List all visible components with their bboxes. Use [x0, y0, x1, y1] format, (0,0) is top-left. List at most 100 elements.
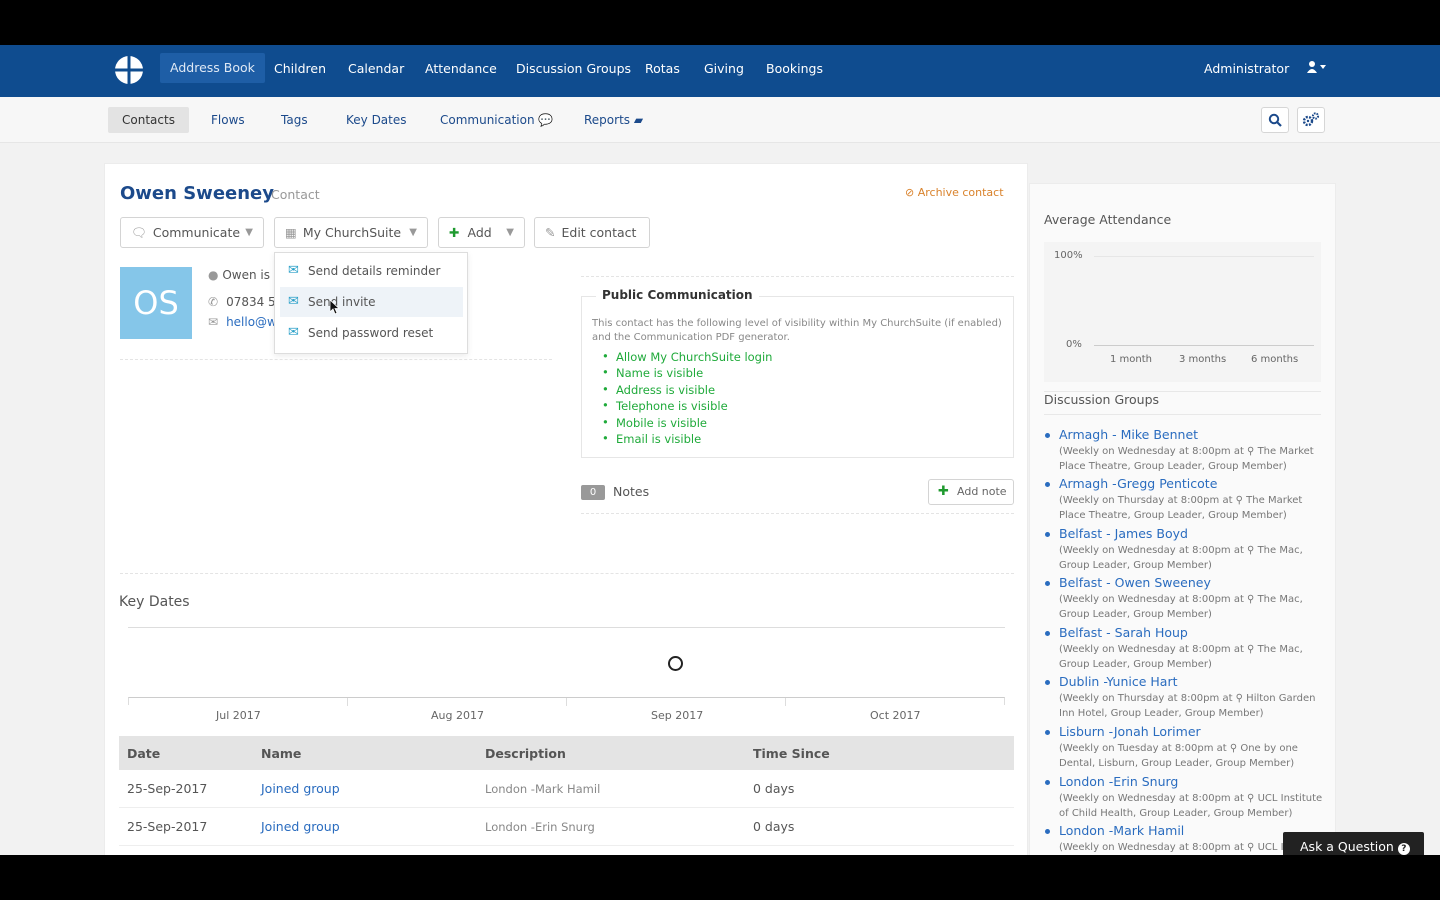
envelope-icon: ✉ — [288, 294, 299, 309]
user-dropdown-icon[interactable] — [1306, 60, 1328, 78]
public-communication-panel: Public Communication This contact has th… — [581, 288, 1014, 458]
group-item: Belfast - Sarah Houp (Weekly on Wednesday… — [1059, 625, 1324, 672]
add-button[interactable]: ✚ Add ▼ — [438, 217, 525, 248]
group-link[interactable]: Armagh - Mike Bennet — [1059, 427, 1324, 442]
chart-y-top-label: 100% — [1054, 250, 1083, 261]
church-logo-icon[interactable] — [114, 55, 144, 85]
phone-icon: ✆ — [208, 295, 219, 309]
loading-spinner-icon — [668, 656, 683, 671]
cell-date: 25-Sep-2017 — [127, 819, 208, 834]
group-link[interactable]: Armagh -Gregg Penticote — [1059, 476, 1324, 491]
send-details-reminder-label: Send details reminder — [308, 264, 441, 278]
group-details: (Weekly on Wednesday at 8:00pm at ⚲ The … — [1059, 545, 1303, 571]
edit-contact-label: Edit contact — [561, 225, 637, 240]
timeline-label: Sep 2017 — [651, 709, 704, 722]
nav-children[interactable]: Children — [274, 61, 326, 81]
nav-giving[interactable]: Giving — [704, 61, 744, 81]
sub-navbar: Contacts Flows Tags Key Dates Communicat… — [0, 97, 1440, 143]
nav-attendance[interactable]: Attendance — [425, 61, 497, 81]
avatar: OS — [120, 267, 192, 339]
group-item: Dublin -Yunice Hart (Weekly on Thursday a… — [1059, 674, 1324, 721]
cell-name-link[interactable]: Joined group — [261, 819, 340, 834]
cell-name-link[interactable]: Joined group — [261, 781, 340, 796]
group-link[interactable]: Dublin -Yunice Hart — [1059, 674, 1324, 689]
timeline-tick — [785, 698, 786, 706]
contact-email-text: hello@w — [226, 315, 277, 329]
send-password-reset-item[interactable]: ✉ Send password reset — [280, 318, 463, 348]
column-header-date[interactable]: Date — [127, 746, 160, 761]
archive-contact-link[interactable]: ⊘ Archive contact — [905, 186, 1004, 199]
divider — [1044, 414, 1321, 415]
cell-description: London -Mark Hamil — [485, 782, 601, 796]
column-header-description[interactable]: Description — [485, 746, 566, 761]
chart-y-bottom-label: 0% — [1066, 339, 1082, 350]
visibility-item: Name is visible — [602, 365, 703, 380]
nav-rotas[interactable]: Rotas — [645, 61, 680, 81]
nav-calendar[interactable]: Calendar — [348, 61, 404, 81]
timeline-label: Oct 2017 — [870, 709, 921, 722]
admin-menu[interactable]: Administrator — [1204, 61, 1289, 76]
group-link[interactable]: Belfast - James Boyd — [1059, 526, 1324, 541]
tab-key-dates[interactable]: Key Dates — [346, 113, 407, 127]
caret-down-icon: ▼ — [506, 227, 514, 238]
contact-summary: ● Owen is M — [208, 268, 284, 282]
visibility-item: Email is visible — [602, 431, 701, 446]
search-icon — [1268, 113, 1282, 127]
ask-a-question-button[interactable]: Ask a Question ? — [1283, 832, 1424, 855]
column-header-time-since[interactable]: Time Since — [753, 746, 830, 761]
comments-icon: 💬 — [538, 113, 554, 127]
table-header: Date Name Description Time Since — [119, 736, 1014, 770]
group-link[interactable]: Lisburn -Jonah Lorimer — [1059, 724, 1324, 739]
table-row: 25-Sep-2017 Joined group London -Mark Ha… — [119, 770, 1014, 808]
average-attendance-title: Average Attendance — [1044, 212, 1172, 227]
gears-icon — [1302, 112, 1320, 127]
divider — [581, 513, 1014, 514]
grid-icon: ▦ — [285, 225, 297, 240]
send-password-reset-label: Send password reset — [308, 326, 434, 340]
tab-tags[interactable]: Tags — [281, 113, 308, 127]
group-details: (Weekly on Tuesday at 8:00pm at ⚲ One by… — [1059, 743, 1298, 769]
nav-address-book[interactable]: Address Book — [160, 53, 265, 83]
send-invite-label: Send invite — [308, 295, 376, 309]
nav-bookings[interactable]: Bookings — [766, 61, 823, 81]
timeline-tick — [347, 698, 348, 706]
chat-icon: 🗨 — [131, 225, 147, 240]
communicate-button[interactable]: 🗨 Communicate ▼ — [120, 217, 264, 248]
plus-icon: ✚ — [938, 484, 949, 499]
communicate-label: Communicate — [152, 225, 241, 240]
envelope-icon: ✉ — [288, 263, 299, 278]
notes-count-badge: 0 — [581, 485, 605, 500]
tab-reports[interactable]: Reports ▰ — [584, 113, 643, 127]
contact-phone[interactable]: ✆ 07834 53 — [208, 295, 283, 309]
tab-communication[interactable]: Communication 💬 — [440, 113, 553, 127]
group-link[interactable]: Belfast - Sarah Houp — [1059, 625, 1324, 640]
ask-a-question-label: Ask a Question — [1300, 839, 1394, 854]
cell-time-since: 0 days — [753, 781, 795, 796]
group-item: Armagh - Mike Bennet (Weekly on Wednesday… — [1059, 427, 1324, 474]
discussion-groups-title: Discussion Groups — [1044, 392, 1160, 407]
timeline-tick — [566, 698, 567, 706]
add-note-button[interactable]: ✚ Add note — [928, 479, 1014, 505]
cell-date: 25-Sep-2017 — [127, 781, 208, 796]
group-link[interactable]: Belfast - Owen Sweeney — [1059, 575, 1324, 590]
nav-discussion-groups[interactable]: Discussion Groups — [516, 61, 631, 81]
settings-button[interactable] — [1297, 107, 1325, 133]
divider — [581, 276, 1014, 277]
notes-label: Notes — [613, 484, 650, 499]
send-details-reminder-item[interactable]: ✉ Send details reminder — [280, 256, 463, 286]
search-button[interactable] — [1261, 107, 1289, 133]
tab-contacts[interactable]: Contacts — [108, 107, 189, 133]
user-icon: ● — [208, 268, 219, 282]
group-link[interactable]: London -Erin Snurg — [1059, 774, 1324, 789]
contact-email[interactable]: ✉ hello@w — [208, 315, 277, 329]
edit-contact-button[interactable]: ✎ Edit contact — [534, 217, 650, 248]
folder-icon: ▰ — [633, 113, 644, 127]
column-header-name[interactable]: Name — [261, 746, 301, 761]
send-invite-item[interactable]: ✉ Send invite — [280, 287, 463, 317]
contact-card: Owen Sweeney Contact ⊘ Archive contact 🗨… — [104, 163, 1028, 855]
timeline-label: Aug 2017 — [431, 709, 484, 722]
public-communication-title: Public Communication — [596, 288, 759, 302]
tab-flows[interactable]: Flows — [211, 113, 245, 127]
tab-communication-label: Communication — [440, 113, 535, 127]
my-churchsuite-button[interactable]: ▦ My ChurchSuite ▼ — [274, 217, 428, 248]
